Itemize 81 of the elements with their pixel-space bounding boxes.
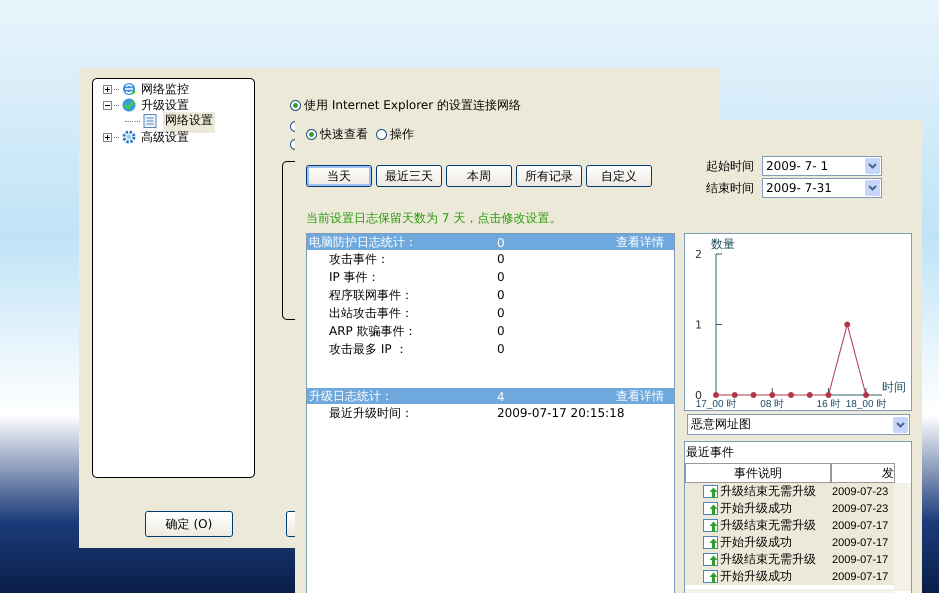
radio-button[interactable] — [376, 129, 387, 140]
data-point — [732, 392, 738, 398]
section-title: 升级日志统计： — [309, 388, 394, 405]
globe-e-icon — [121, 81, 137, 97]
range-button[interactable]: 所有记录 — [516, 165, 582, 187]
data-point — [788, 392, 794, 398]
event-description[interactable]: 升级结束无需升级 — [685, 517, 831, 534]
event-description[interactable]: 开始升级成功 — [685, 568, 831, 585]
section-count: 0 — [497, 236, 506, 250]
ok-button[interactable]: 确定 (O) — [145, 511, 233, 537]
tree-item[interactable]: 网络监控 — [139, 80, 191, 98]
radio-button[interactable] — [306, 129, 317, 140]
vertical-scrollbar[interactable] — [894, 483, 911, 591]
stat-value: 0 — [497, 270, 505, 284]
section-title: 电脑防护日志统计： — [309, 234, 418, 251]
caret-icon — [868, 185, 877, 191]
globe-check-icon — [121, 97, 137, 113]
event-time: 2009-07-23 — [831, 502, 888, 514]
date-picker[interactable]: 2009- 7-31 — [762, 178, 882, 198]
data-point — [750, 392, 756, 398]
x-tick-label: 17_00 时 — [696, 399, 736, 410]
data-point — [713, 392, 719, 398]
cancel-button[interactable] — [286, 511, 295, 537]
radio-label[interactable]: 快速查看 — [320, 126, 368, 143]
stat-value: 0 — [497, 342, 505, 356]
event-description[interactable]: 开始升级成功 — [685, 500, 831, 517]
range-button[interactable]: 自定义 — [586, 165, 652, 187]
stat-label: 最近升级时间： — [329, 404, 413, 422]
panel-title: 最近事件 — [685, 444, 735, 461]
y-tick-label: 2 — [695, 248, 702, 261]
data-point — [863, 392, 869, 398]
range-button[interactable]: 最近三天 — [376, 165, 442, 187]
range-button[interactable]: 本周 — [446, 165, 512, 187]
y-tick-label: 1 — [695, 318, 702, 332]
chart-dropdown[interactable]: 恶意网址图 — [687, 414, 910, 435]
event-time: 2009-07-23 — [831, 486, 888, 498]
y-axis-title: 数量 — [711, 237, 735, 251]
event-time: 2009-07-17 — [831, 520, 888, 532]
stat-label: 出站攻击事件： — [329, 304, 413, 322]
event-time: 2009-07-17 — [831, 570, 888, 582]
date-picker[interactable]: 2009- 7- 1 — [762, 156, 882, 176]
stat-label: 攻击最多 IP ： — [329, 340, 408, 358]
section-count: 4 — [497, 390, 506, 404]
event-description[interactable]: 升级结束无需升级 — [685, 551, 831, 568]
tree-item[interactable]: 升级设置 — [139, 96, 191, 114]
column-header[interactable]: 事件说明 — [685, 463, 831, 483]
stat-label: IP 事件： — [329, 268, 380, 286]
caret-icon — [868, 163, 877, 169]
data-point — [826, 392, 832, 398]
expand-toggle[interactable] — [103, 132, 112, 142]
data-point — [769, 392, 776, 398]
data-point — [844, 322, 850, 328]
range-button[interactable]: 当天 — [306, 165, 372, 187]
x-axis-title: 时间 — [882, 380, 906, 394]
stat-label: ARP 欺骗事件： — [329, 322, 417, 340]
column-header[interactable]: 发 — [831, 463, 895, 483]
radio-label[interactable]: 使用 Internet Explorer 的设置连接网络 — [304, 97, 522, 114]
radio-label[interactable]: 操作 — [390, 126, 414, 143]
stat-value: 0 — [497, 288, 505, 302]
date-label: 结束时间 — [706, 180, 754, 196]
x-tick-label: 16 时 — [816, 399, 840, 410]
caret-icon — [896, 422, 905, 428]
event-description[interactable]: 开始升级成功 — [685, 534, 831, 551]
collapse-toggle[interactable] — [103, 100, 112, 110]
event-time: 2009-07-17 — [831, 536, 888, 548]
stat-value: 2009-07-17 20:15:18 — [497, 406, 624, 420]
stat-value: 0 — [497, 252, 505, 266]
event-time: 2009-07-17 — [831, 554, 888, 566]
stat-value: 0 — [497, 324, 505, 338]
x-tick-label: 18_00 时 — [846, 399, 886, 410]
stat-label: 程序联网事件： — [329, 286, 413, 304]
stat-label: 攻击事件： — [329, 250, 389, 268]
event-description[interactable]: 升级结束无需升级 — [685, 483, 831, 500]
gear-icon — [121, 129, 137, 145]
date-label: 起始时间 — [706, 158, 754, 174]
stat-value: 0 — [497, 306, 505, 320]
radio-button[interactable] — [290, 100, 301, 111]
data-point — [806, 392, 813, 398]
document-icon — [142, 113, 158, 129]
expand-toggle[interactable] — [103, 84, 112, 94]
x-tick-label: 08 时 — [760, 399, 784, 410]
